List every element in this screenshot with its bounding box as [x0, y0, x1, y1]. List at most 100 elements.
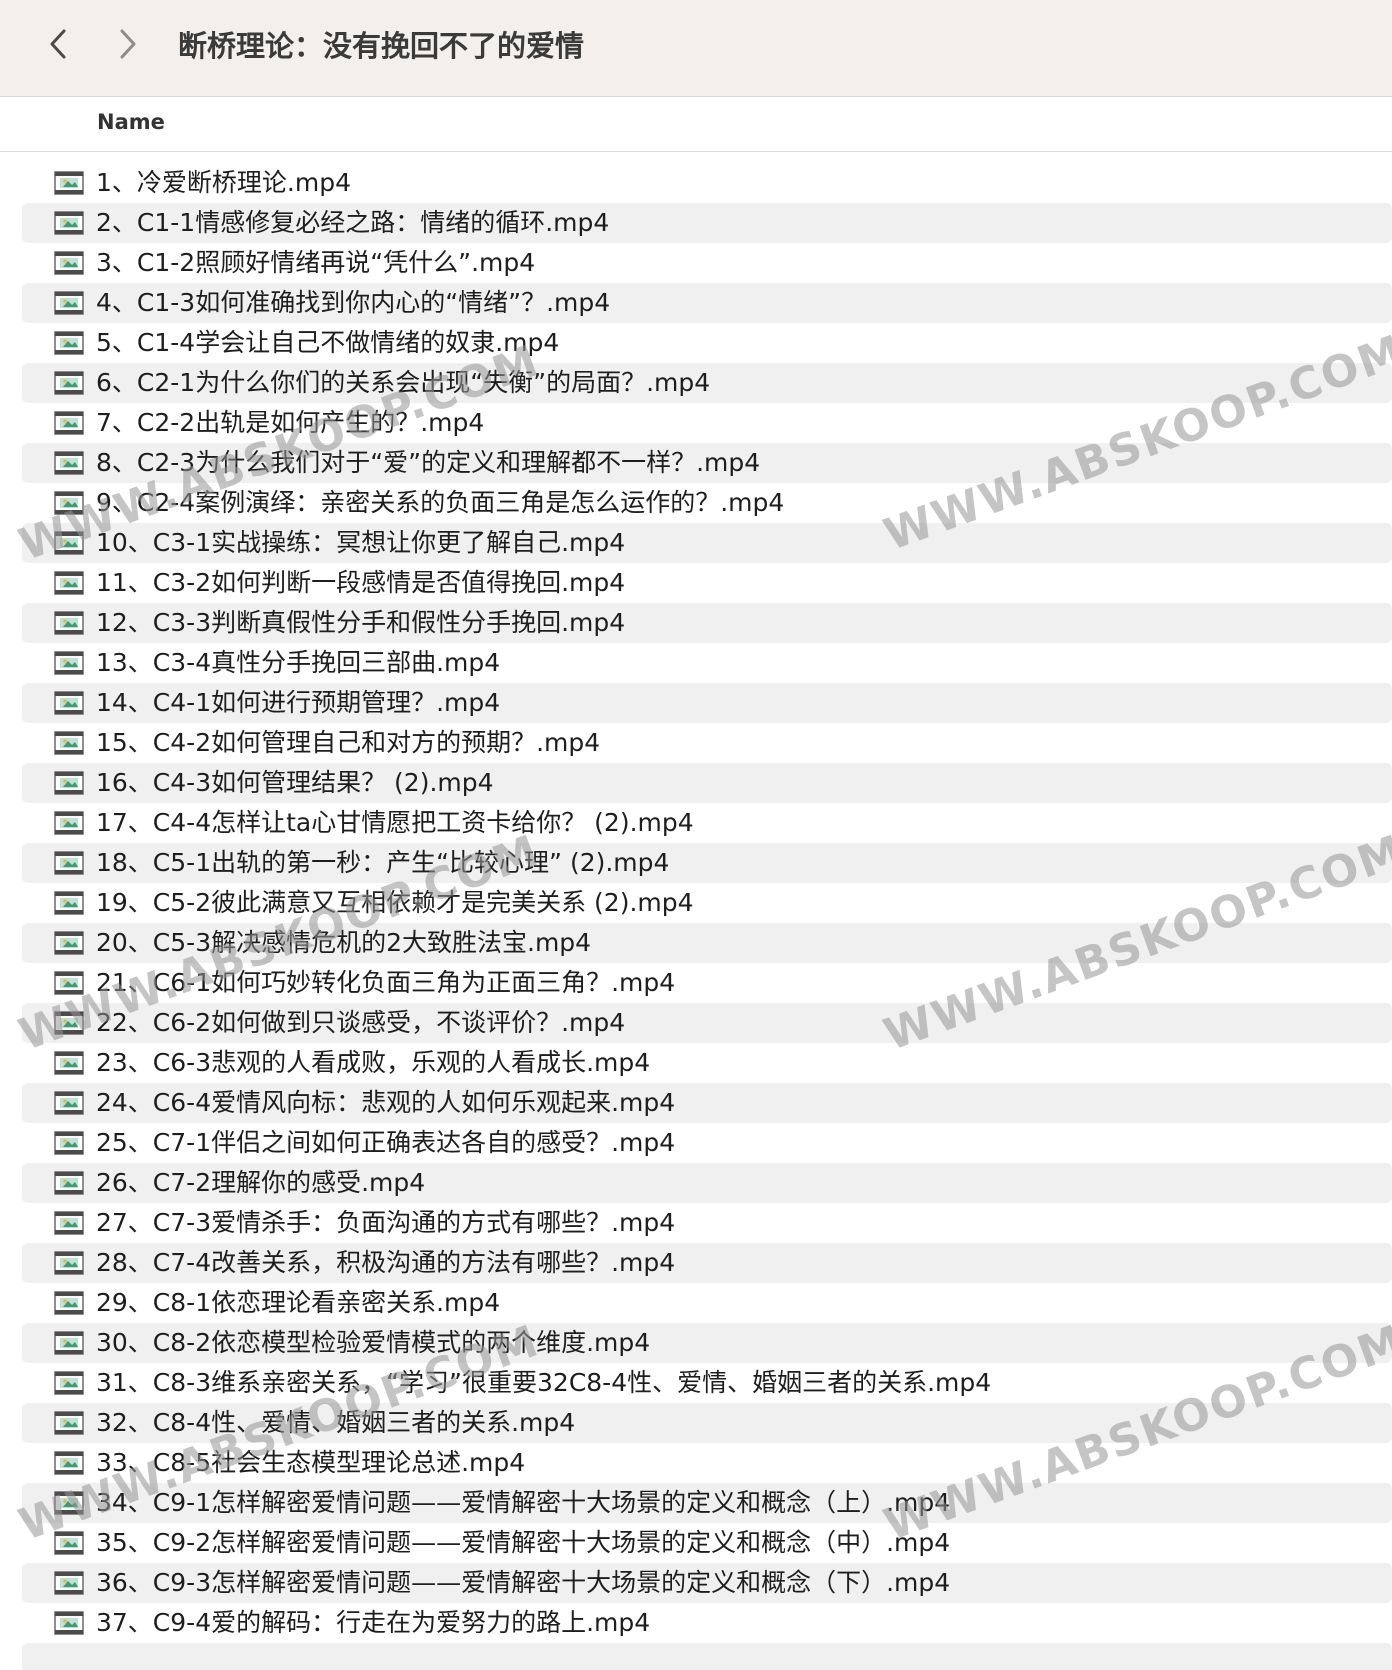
file-row[interactable]: 13、C3-4真性分手挽回三部曲.mp4 — [22, 643, 1392, 683]
video-file-icon — [54, 291, 84, 315]
file-name: 27、C7-3爱情杀手：负面沟通的方式有哪些？.mp4 — [96, 1208, 676, 1237]
file-name: 24、C6-4爱情风向标：悲观的人如何乐观起来.mp4 — [96, 1088, 676, 1117]
file-row[interactable]: 11、C3-2如何判断一段感情是否值得挽回.mp4 — [22, 563, 1392, 603]
video-file-icon — [54, 931, 84, 955]
video-file-icon — [54, 851, 84, 875]
video-file-icon — [54, 1131, 84, 1155]
video-file-icon — [54, 811, 84, 835]
file-row[interactable]: 20、C5-3解决感情危机的2大致胜法宝.mp4 — [22, 923, 1392, 963]
file-row[interactable]: 18、C5-1出轨的第一秒：产生“比较心理” (2).mp4 — [22, 843, 1392, 883]
file-row[interactable]: 17、C4-4怎样让ta心甘情愿把工资卡给你？ (2).mp4 — [22, 803, 1392, 843]
file-row[interactable]: 22、C6-2如何做到只谈感受，不谈评价？.mp4 — [22, 1003, 1392, 1043]
file-row[interactable]: 24、C6-4爱情风向标：悲观的人如何乐观起来.mp4 — [22, 1083, 1392, 1123]
file-row[interactable]: 9、C2-4案例演绎：亲密关系的负面三角是怎么运作的？.mp4 — [22, 483, 1392, 523]
file-name: 32、C8-4性、爱情、婚姻三者的关系.mp4 — [96, 1408, 576, 1437]
file-row[interactable]: 37、C9-4爱的解码：行走在为爱努力的路上.mp4 — [22, 1603, 1392, 1643]
file-row[interactable]: 26、C7-2理解你的感受.mp4 — [22, 1163, 1392, 1203]
file-row[interactable]: 1、冷爱断桥理论.mp4 — [22, 163, 1392, 203]
file-name: 28、C7-4改善关系，积极沟通的方法有哪些？.mp4 — [96, 1248, 676, 1277]
file-name: 12、C3-3判断真假性分手和假性分手挽回.mp4 — [96, 608, 626, 637]
video-file-icon — [54, 531, 84, 555]
file-name: 11、C3-2如何判断一段感情是否值得挽回.mp4 — [96, 568, 626, 597]
file-name: 22、C6-2如何做到只谈感受，不谈评价？.mp4 — [96, 1008, 626, 1037]
file-row[interactable]: 4、C1-3如何准确找到你内心的“情绪”？.mp4 — [22, 283, 1392, 323]
video-file-icon — [54, 971, 84, 995]
video-file-icon — [54, 1531, 84, 1555]
file-name: 2、C1-1情感修复必经之路：情绪的循环.mp4 — [96, 208, 610, 237]
file-name: 4、C1-3如何准确找到你内心的“情绪”？.mp4 — [96, 288, 611, 317]
file-row[interactable]: 32、C8-4性、爱情、婚姻三者的关系.mp4 — [22, 1403, 1392, 1443]
file-row[interactable]: 15、C4-2如何管理自己和对方的预期？.mp4 — [22, 723, 1392, 763]
file-row[interactable]: 25、C7-1伴侣之间如何正确表达各自的感受？.mp4 — [22, 1123, 1392, 1163]
file-row[interactable]: 19、C5-2彼此满意又互相依赖才是完美关系 (2).mp4 — [22, 883, 1392, 923]
file-row[interactable]: 14、C4-1如何进行预期管理？.mp4 — [22, 683, 1392, 723]
video-file-icon — [54, 891, 84, 915]
file-row[interactable]: 8、C2-3为什么我们对于“爱”的定义和理解都不一样？.mp4 — [22, 443, 1392, 483]
empty-row — [22, 1643, 1392, 1670]
chevron-right-icon — [120, 29, 136, 59]
file-name: 29、C8-1依恋理论看亲密关系.mp4 — [96, 1288, 501, 1317]
file-name: 15、C4-2如何管理自己和对方的预期？.mp4 — [96, 728, 601, 757]
window-title: 断桥理论：没有挽回不了的爱情 — [178, 29, 585, 63]
file-name: 25、C7-1伴侣之间如何正确表达各自的感受？.mp4 — [96, 1128, 676, 1157]
file-row[interactable]: 28、C7-4改善关系，积极沟通的方法有哪些？.mp4 — [22, 1243, 1392, 1283]
video-file-icon — [54, 611, 84, 635]
video-file-icon — [54, 1331, 84, 1355]
file-name: 33、C8-5社会生态模型理论总述.mp4 — [96, 1448, 526, 1477]
file-name: 30、C8-2依恋模型检验爱情模式的两个维度.mp4 — [96, 1328, 651, 1357]
file-row[interactable]: 30、C8-2依恋模型检验爱情模式的两个维度.mp4 — [22, 1323, 1392, 1363]
file-row[interactable]: 23、C6-3悲观的人看成败，乐观的人看成长.mp4 — [22, 1043, 1392, 1083]
video-file-icon — [54, 1371, 84, 1395]
video-file-icon — [54, 731, 84, 755]
back-button[interactable] — [38, 22, 78, 66]
video-file-icon — [54, 1011, 84, 1035]
video-file-icon — [54, 691, 84, 715]
file-row[interactable]: 35、C9-2怎样解密爱情问题——爱情解密十大场景的定义和概念（中）.mp4 — [22, 1523, 1392, 1563]
file-row[interactable]: 21、C6-1如何巧妙转化负面三角为正面三角？.mp4 — [22, 963, 1392, 1003]
column-header-row: Name — [0, 97, 1392, 152]
file-name: 14、C4-1如何进行预期管理？.mp4 — [96, 688, 501, 717]
video-file-icon — [54, 251, 84, 275]
file-row[interactable]: 7、C2-2出轨是如何产生的？.mp4 — [22, 403, 1392, 443]
file-row[interactable]: 36、C9-3怎样解密爱情问题——爱情解密十大场景的定义和概念（下）.mp4 — [22, 1563, 1392, 1603]
file-row[interactable]: 2、C1-1情感修复必经之路：情绪的循环.mp4 — [22, 203, 1392, 243]
video-file-icon — [54, 491, 84, 515]
file-row[interactable]: 34、C9-1怎样解密爱情问题——爱情解密十大场景的定义和概念（上）.mp4 — [22, 1483, 1392, 1523]
file-list: 1、冷爱断桥理论.mp4 2、C1-1情感修复必经之路：情绪的循环.mp4 3、C1… — [22, 163, 1392, 1643]
forward-button[interactable] — [108, 22, 148, 66]
file-name: 7、C2-2出轨是如何产生的？.mp4 — [96, 408, 485, 437]
file-name: 17、C4-4怎样让ta心甘情愿把工资卡给你？ (2).mp4 — [96, 808, 694, 837]
video-file-icon — [54, 411, 84, 435]
file-row[interactable]: 27、C7-3爱情杀手：负面沟通的方式有哪些？.mp4 — [22, 1203, 1392, 1243]
file-name: 26、C7-2理解你的感受.mp4 — [96, 1168, 426, 1197]
file-name: 34、C9-1怎样解密爱情问题——爱情解密十大场景的定义和概念（上）.mp4 — [96, 1488, 951, 1517]
file-row[interactable]: 5、C1-4学会让自己不做情绪的奴隶.mp4 — [22, 323, 1392, 363]
video-file-icon — [54, 1091, 84, 1115]
file-row[interactable]: 10、C3-1实战操练：冥想让你更了解自己.mp4 — [22, 523, 1392, 563]
file-row[interactable]: 3、C1-2照顾好情绪再说“凭什么”.mp4 — [22, 243, 1392, 283]
video-file-icon — [54, 651, 84, 675]
file-name: 13、C3-4真性分手挽回三部曲.mp4 — [96, 648, 501, 677]
file-row[interactable]: 6、C2-1为什么你们的关系会出现“失衡”的局面？.mp4 — [22, 363, 1392, 403]
name-column-header[interactable]: Name — [97, 110, 165, 134]
video-file-icon — [54, 1211, 84, 1235]
file-name: 35、C9-2怎样解密爱情问题——爱情解密十大场景的定义和概念（中）.mp4 — [96, 1528, 951, 1557]
file-row[interactable]: 33、C8-5社会生态模型理论总述.mp4 — [22, 1443, 1392, 1483]
file-row[interactable]: 29、C8-1依恋理论看亲密关系.mp4 — [22, 1283, 1392, 1323]
file-name: 10、C3-1实战操练：冥想让你更了解自己.mp4 — [96, 528, 626, 557]
video-file-icon — [54, 1611, 84, 1635]
file-name: 8、C2-3为什么我们对于“爱”的定义和理解都不一样？.mp4 — [96, 448, 761, 477]
video-file-icon — [54, 771, 84, 795]
file-row[interactable]: 12、C3-3判断真假性分手和假性分手挽回.mp4 — [22, 603, 1392, 643]
video-file-icon — [54, 211, 84, 235]
chevron-left-icon — [50, 29, 66, 59]
file-name: 16、C4-3如何管理结果？ (2).mp4 — [96, 768, 494, 797]
file-name: 23、C6-3悲观的人看成败，乐观的人看成长.mp4 — [96, 1048, 651, 1077]
file-row[interactable]: 31、C8-3维系亲密关系，“学习”很重要32C8-4性、爱情、婚姻三者的关系.… — [22, 1363, 1392, 1403]
file-name: 31、C8-3维系亲密关系，“学习”很重要32C8-4性、爱情、婚姻三者的关系.… — [96, 1368, 992, 1397]
video-file-icon — [54, 1291, 84, 1315]
file-row[interactable]: 16、C4-3如何管理结果？ (2).mp4 — [22, 763, 1392, 803]
file-name: 5、C1-4学会让自己不做情绪的奴隶.mp4 — [96, 328, 560, 357]
video-file-icon — [54, 1251, 84, 1275]
file-name: 37、C9-4爱的解码：行走在为爱努力的路上.mp4 — [96, 1608, 651, 1637]
